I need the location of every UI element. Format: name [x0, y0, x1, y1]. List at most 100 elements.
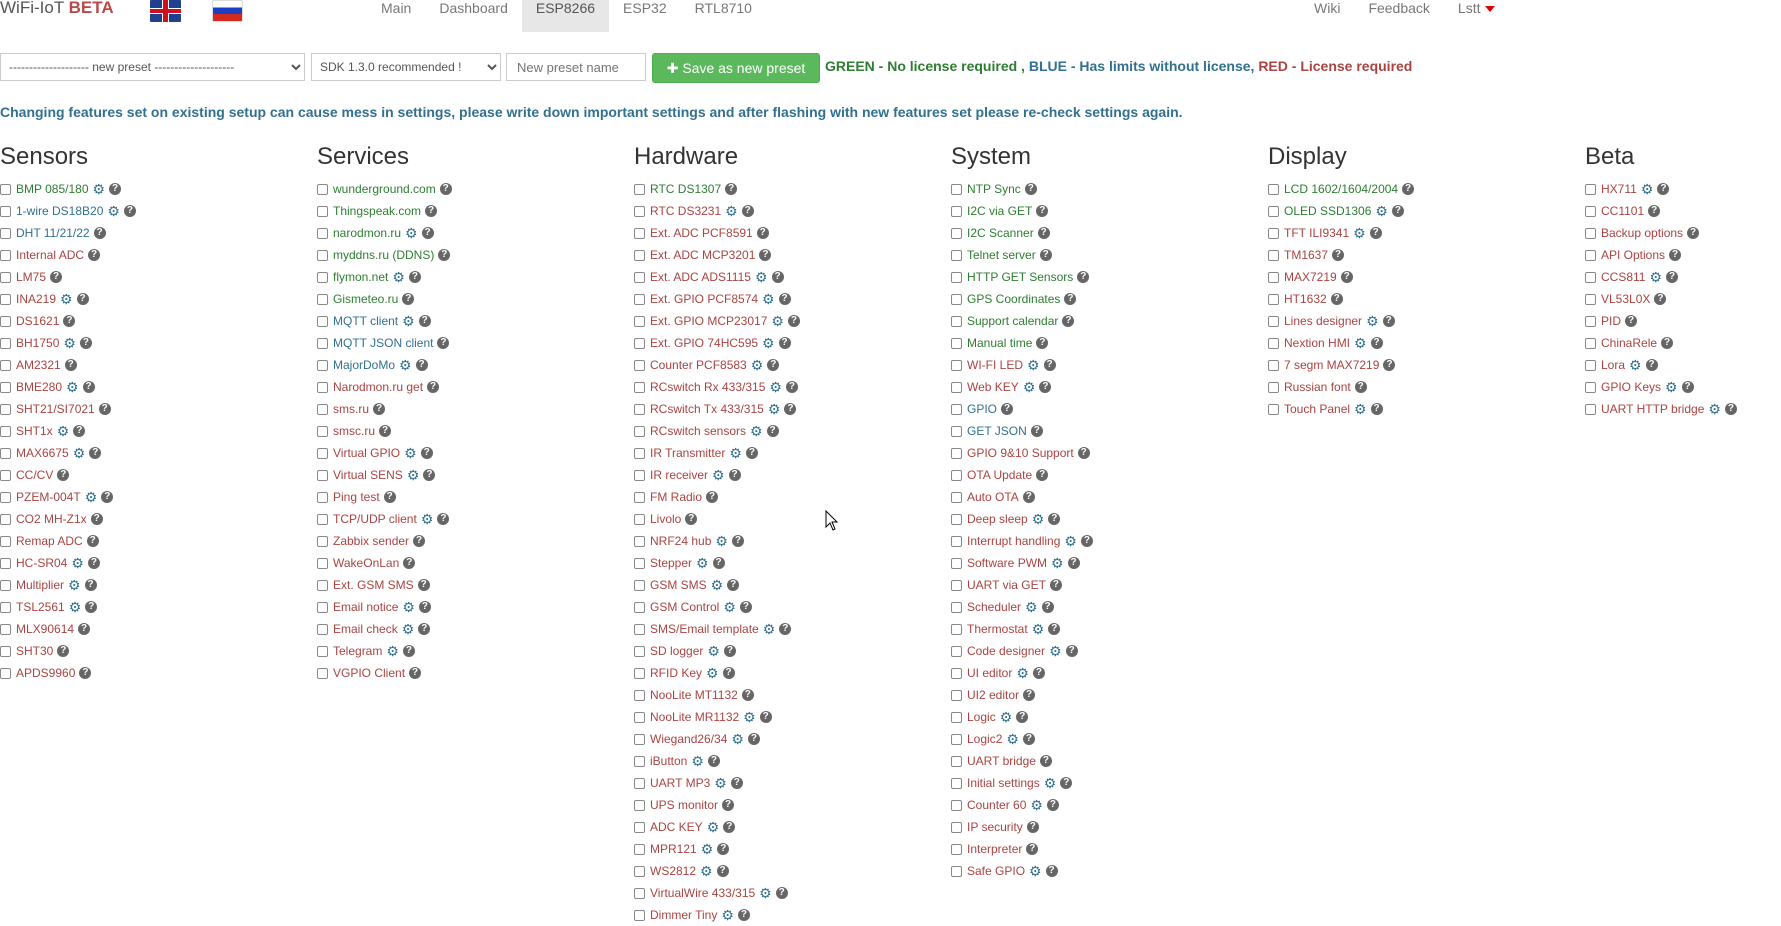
help-icon[interactable]: ?: [402, 645, 415, 657]
preset-name-input[interactable]: [506, 53, 646, 81]
feature-checkbox[interactable]: [634, 183, 645, 195]
feature-label[interactable]: MLX90614: [16, 618, 74, 640]
feature-checkbox[interactable]: [0, 381, 11, 393]
feature-label[interactable]: sms.ru: [333, 398, 369, 420]
feature-checkbox[interactable]: [951, 557, 962, 569]
feature-checkbox[interactable]: [1585, 337, 1596, 349]
help-icon[interactable]: ?: [784, 403, 797, 415]
gear-icon[interactable]: ⚙: [725, 204, 738, 218]
feature-label[interactable]: Backup options: [1601, 222, 1683, 244]
help-icon[interactable]: ?: [1022, 491, 1035, 503]
feature-checkbox[interactable]: [317, 227, 328, 239]
feature-label[interactable]: RCswitch Tx 433/315: [650, 398, 764, 420]
feature-checkbox[interactable]: [1585, 205, 1596, 217]
help-icon[interactable]: ?: [1049, 579, 1062, 591]
feature-label[interactable]: UART HTTP bridge: [1601, 398, 1704, 420]
help-icon[interactable]: ?: [73, 425, 86, 437]
help-icon[interactable]: ?: [1039, 249, 1052, 261]
feature-label[interactable]: Manual time: [967, 332, 1032, 354]
sdk-select[interactable]: SDK 1.3.0 recommended !: [311, 53, 501, 81]
feature-label[interactable]: I2C Scanner: [967, 222, 1034, 244]
gear-icon[interactable]: ⚙: [402, 314, 415, 328]
feature-checkbox[interactable]: [1268, 183, 1279, 195]
feature-checkbox[interactable]: [0, 337, 11, 349]
help-icon[interactable]: ?: [1045, 865, 1058, 877]
feature-label[interactable]: Livolo: [650, 508, 681, 530]
brand-logo[interactable]: WiFi-IoT BETA: [0, 0, 114, 18]
feature-checkbox[interactable]: [317, 315, 328, 327]
feature-checkbox[interactable]: [0, 447, 11, 459]
feature-label[interactable]: Logic2: [967, 728, 1002, 750]
help-icon[interactable]: ?: [756, 227, 769, 239]
feature-checkbox[interactable]: [634, 777, 645, 789]
feature-checkbox[interactable]: [1585, 359, 1596, 371]
help-icon[interactable]: ?: [1369, 227, 1382, 239]
feature-checkbox[interactable]: [0, 557, 11, 569]
feature-checkbox[interactable]: [317, 469, 328, 481]
help-icon[interactable]: ?: [76, 293, 89, 305]
ru-flag-icon[interactable]: [212, 0, 243, 22]
gear-icon[interactable]: ⚙: [407, 468, 420, 482]
help-icon[interactable]: ?: [730, 777, 743, 789]
feature-label[interactable]: VirtualWire 433/315: [650, 882, 755, 904]
help-icon[interactable]: ?: [1043, 359, 1056, 371]
feature-checkbox[interactable]: [634, 359, 645, 371]
help-icon[interactable]: ?: [1687, 227, 1700, 239]
feature-checkbox[interactable]: [1268, 205, 1279, 217]
gear-icon[interactable]: ⚙: [1665, 380, 1678, 394]
feature-label[interactable]: BME280: [16, 376, 62, 398]
feature-label[interactable]: Support calendar: [967, 310, 1058, 332]
feature-label[interactable]: MQTT JSON client: [333, 332, 433, 354]
feature-checkbox[interactable]: [634, 601, 645, 613]
help-icon[interactable]: ?: [427, 381, 440, 393]
gear-icon[interactable]: ⚙: [771, 314, 784, 328]
feature-checkbox[interactable]: [317, 535, 328, 547]
gear-icon[interactable]: ⚙: [405, 226, 418, 240]
help-icon[interactable]: ?: [1625, 315, 1638, 327]
help-icon[interactable]: ?: [779, 623, 792, 635]
feature-label[interactable]: GPIO: [967, 398, 997, 420]
feature-label[interactable]: ADC KEY: [650, 816, 703, 838]
help-icon[interactable]: ?: [85, 601, 98, 613]
gear-icon[interactable]: ⚙: [769, 380, 782, 394]
gear-icon[interactable]: ⚙: [712, 468, 725, 482]
feature-checkbox[interactable]: [634, 667, 645, 679]
feature-label[interactable]: TSL2561: [16, 596, 65, 618]
feature-label[interactable]: INA219: [16, 288, 56, 310]
feature-label[interactable]: GPIO Keys: [1601, 376, 1661, 398]
help-icon[interactable]: ?: [418, 315, 431, 327]
help-icon[interactable]: ?: [1062, 315, 1075, 327]
help-icon[interactable]: ?: [1332, 249, 1345, 261]
help-icon[interactable]: ?: [417, 579, 430, 591]
feature-label[interactable]: GSM SMS: [650, 574, 707, 596]
feature-label[interactable]: flymon.net: [333, 266, 388, 288]
feature-checkbox[interactable]: [634, 733, 645, 745]
help-icon[interactable]: ?: [1064, 293, 1077, 305]
help-icon[interactable]: ?: [716, 865, 729, 877]
feature-label[interactable]: smsc.ru: [333, 420, 375, 442]
help-icon[interactable]: ?: [1645, 359, 1658, 371]
feature-checkbox[interactable]: [1268, 381, 1279, 393]
help-icon[interactable]: ?: [706, 491, 719, 503]
feature-checkbox[interactable]: [951, 381, 962, 393]
feature-checkbox[interactable]: [1268, 403, 1279, 415]
help-icon[interactable]: ?: [1669, 249, 1682, 261]
help-icon[interactable]: ?: [1016, 711, 1029, 723]
help-icon[interactable]: ?: [1046, 799, 1059, 811]
feature-checkbox[interactable]: [951, 447, 962, 459]
feature-label[interactable]: GSM Control: [650, 596, 719, 618]
help-icon[interactable]: ?: [425, 205, 438, 217]
feature-checkbox[interactable]: [317, 359, 328, 371]
help-icon[interactable]: ?: [1048, 513, 1061, 525]
feature-checkbox[interactable]: [1268, 271, 1279, 283]
help-icon[interactable]: ?: [418, 601, 431, 613]
feature-label[interactable]: myddns.ru (DDNS): [333, 244, 434, 266]
feature-label[interactable]: Ext. GPIO 74HC595: [650, 332, 758, 354]
save-preset-button[interactable]: ✚ Save as new preset: [652, 53, 820, 83]
gear-icon[interactable]: ⚙: [763, 622, 776, 636]
gear-icon[interactable]: ⚙: [1354, 336, 1367, 350]
gear-icon[interactable]: ⚙: [768, 402, 781, 416]
feature-label[interactable]: TM1637: [1284, 244, 1328, 266]
feature-label[interactable]: Interrupt handling: [967, 530, 1060, 552]
feature-label[interactable]: SHT30: [16, 640, 53, 662]
